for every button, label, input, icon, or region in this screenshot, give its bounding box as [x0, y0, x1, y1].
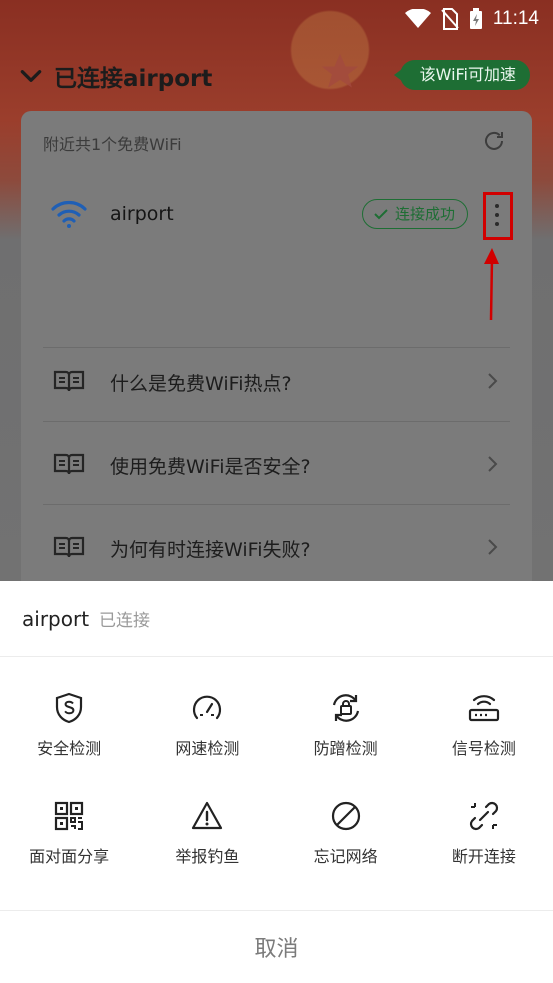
chevron-right-icon: [488, 373, 498, 389]
faq-item[interactable]: 什么是免费WiFi热点?: [21, 341, 532, 421]
divider: [43, 504, 510, 505]
forbidden-icon: [331, 801, 360, 831]
no-sim-icon: [441, 8, 459, 30]
faq-item[interactable]: 为何有时连接WiFi失败?: [21, 507, 532, 587]
sheet-connection-state: 已连接: [99, 611, 151, 631]
divider: [43, 421, 510, 422]
action-label: 信号检测: [451, 739, 516, 758]
page-title: 已连接airport: [54, 66, 213, 92]
disconnect-button[interactable]: 断开连接: [415, 785, 553, 867]
forget-network-button[interactable]: 忘记网络: [277, 785, 415, 867]
network-row[interactable]: airport 连接成功: [21, 181, 532, 251]
sheet-network-name: airport: [22, 606, 90, 631]
faq-question: 使用免费WiFi是否安全?: [110, 456, 311, 478]
chevron-down-icon[interactable]: [18, 63, 44, 89]
faq-item[interactable]: 使用免费WiFi是否安全?: [21, 424, 532, 504]
action-label: 面对面分享: [29, 847, 110, 866]
faq-question: 为何有时连接WiFi失败?: [110, 539, 311, 561]
router-icon: [468, 695, 499, 722]
shield-s-icon: [56, 692, 83, 724]
cancel-button[interactable]: 取消: [0, 910, 553, 983]
wifi-icon: [51, 201, 87, 228]
top-bar: 已连接airport 该WiFi可加速: [18, 56, 538, 96]
book-icon: [53, 370, 85, 392]
anti-leech-button[interactable]: 防蹭检测: [277, 677, 415, 759]
connected-status-label: 连接成功: [395, 205, 456, 223]
action-label: 断开连接: [451, 847, 516, 866]
network-ssid: airport: [110, 203, 174, 225]
wifi-status-icon: [404, 9, 431, 28]
bottom-sheet: airport 已连接 安全检测 网速检测 防蹭检测 信号检测 面对面分享 举报…: [0, 581, 553, 983]
security-check-button[interactable]: 安全检测: [0, 677, 138, 759]
book-icon: [53, 536, 85, 558]
nearby-count-text: 附近共1个免费WiFi: [43, 135, 182, 154]
battery-charging-icon: [469, 8, 482, 29]
action-label: 安全检测: [37, 739, 102, 758]
clock: 11:14: [492, 8, 539, 29]
status-bar: 11:14: [404, 6, 539, 32]
speed-up-badge[interactable]: 该WiFi可加速: [393, 60, 530, 90]
annotation-arrow-icon: [484, 248, 499, 321]
wifi-card: 附近共1个免费WiFi airport 连接成功 什么是免费WiFi热点? 使用…: [21, 111, 532, 631]
face-to-face-share-button[interactable]: 面对面分享: [0, 785, 138, 867]
faq-question: 什么是免费WiFi热点?: [110, 373, 292, 395]
action-label: 举报钓鱼: [175, 847, 240, 866]
action-label: 网速检测: [175, 739, 240, 758]
broken-link-icon: [469, 801, 498, 831]
check-icon: [374, 209, 388, 220]
sheet-header: airport 已连接: [0, 581, 553, 657]
refresh-icon[interactable]: [482, 129, 506, 153]
speed-test-button[interactable]: 网速检测: [138, 677, 276, 759]
qr-code-icon: [55, 801, 84, 831]
speedometer-icon: [193, 695, 222, 720]
action-label: 忘记网络: [313, 847, 378, 866]
action-grid: 安全检测 网速检测 防蹭检测 信号检测 面对面分享 举报钓鱼 忘记网络 断开连接: [0, 677, 553, 867]
chevron-right-icon: [488, 539, 498, 555]
chevron-right-icon: [488, 456, 498, 472]
book-icon: [53, 453, 85, 475]
connected-status-badge: 连接成功: [362, 199, 469, 229]
report-phishing-button[interactable]: 举报钓鱼: [138, 785, 276, 867]
warning-icon: [192, 801, 223, 830]
signal-check-button[interactable]: 信号检测: [415, 677, 553, 759]
annotation-highlight-box: [483, 192, 513, 240]
action-label: 防蹭检测: [313, 739, 378, 758]
lock-refresh-icon: [332, 694, 359, 722]
